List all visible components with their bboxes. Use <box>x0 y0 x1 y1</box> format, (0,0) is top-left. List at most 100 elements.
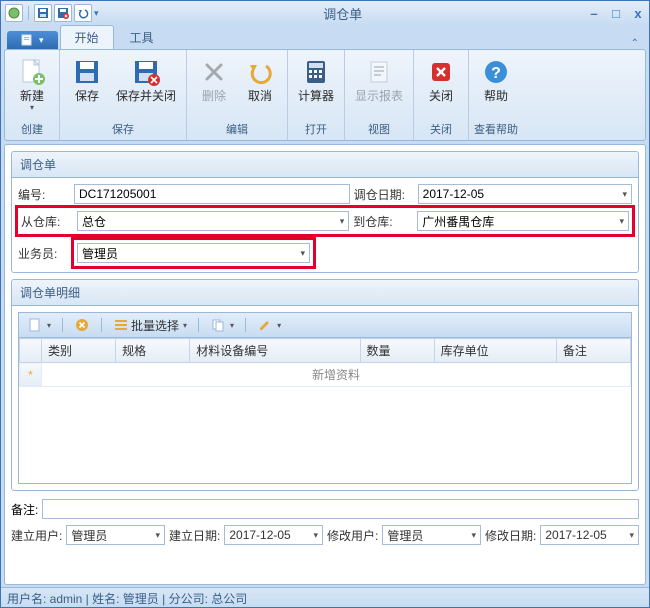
group-open-title: 打开 <box>292 121 340 138</box>
value-cdate: 2017-12-05 <box>229 528 290 542</box>
separator <box>198 318 199 332</box>
statusbar: 用户名: admin | 姓名: 管理员 | 分公司: 总公司 <box>1 587 649 607</box>
col-spec[interactable]: 规格 <box>116 339 190 363</box>
detail-batch-button[interactable]: 批量选择 <box>109 315 191 336</box>
help-button[interactable]: ? 帮助 <box>473 52 519 107</box>
detail-panel-title: 调仓单明细 <box>12 280 638 306</box>
separator <box>245 318 246 332</box>
input-date[interactable]: 2017-12-05 <box>418 184 632 204</box>
group-save-title: 保存 <box>64 121 182 138</box>
ribbon-collapse-button[interactable]: ⌃ <box>631 38 639 49</box>
highlight-box-warehouses: 从仓库: 总仓 到仓库: 广州番禺仓库 <box>15 205 635 237</box>
label-mdate: 修改日期: <box>485 527 536 544</box>
titlebar: ▾ 调仓单 – □ x <box>1 1 649 25</box>
value-from: 总仓 <box>82 213 106 230</box>
add-row[interactable]: * 新增资料 <box>20 363 631 387</box>
highlight-box-operator: 管理员 <box>71 237 316 269</box>
calculator-label: 计算器 <box>298 90 334 103</box>
ribbon-group-save: 保存 保存并关闭 保存 <box>60 50 187 140</box>
save-close-icon <box>130 56 162 88</box>
qat-undo-icon[interactable] <box>74 4 92 22</box>
col-unit[interactable]: 库存单位 <box>434 339 556 363</box>
group-close-title: 关闭 <box>418 121 464 138</box>
input-from-warehouse[interactable]: 总仓 <box>77 211 349 231</box>
col-qty[interactable]: 数量 <box>360 339 434 363</box>
help-icon: ? <box>480 56 512 88</box>
undo-icon <box>244 56 276 88</box>
label-cdate: 建立日期: <box>169 527 220 544</box>
col-selector[interactable] <box>20 339 42 363</box>
file-menu-button[interactable]: ▾ <box>7 31 58 49</box>
new-button[interactable]: 新建 ▾ <box>9 52 55 116</box>
input-cdate[interactable]: 2017-12-05 <box>224 525 323 545</box>
delete-button: 删除 <box>191 52 237 107</box>
input-to-warehouse[interactable]: 广州番禺仓库 <box>417 211 629 231</box>
app-window: ▾ 调仓单 – □ x ▾ 开始 工具 ⌃ 新建 ▾ 创建 <box>0 0 650 608</box>
label-no: 编号: <box>18 186 70 203</box>
ribbon-group-view: 显示报表 视图 <box>345 50 414 140</box>
detail-delete-button[interactable] <box>70 315 94 335</box>
tab-tools[interactable]: 工具 <box>116 26 168 49</box>
input-mdate[interactable]: 2017-12-05 <box>540 525 639 545</box>
cancel-label: 取消 <box>248 90 272 103</box>
label-from: 从仓库: <box>21 213 73 230</box>
new-label: 新建 <box>20 90 44 103</box>
new-icon <box>16 56 48 88</box>
ribbon-group-edit: 删除 取消 编辑 <box>187 50 288 140</box>
ribbon-tabstrip: ▾ 开始 工具 ⌃ <box>1 25 649 49</box>
value-no: DC171205001 <box>79 187 156 201</box>
ribbon-group-open: 计算器 打开 <box>288 50 345 140</box>
report-label: 显示报表 <box>355 90 403 103</box>
input-operator[interactable]: 管理员 <box>77 243 310 263</box>
table-header-row: 类别 规格 材料设备编号 数量 库存单位 备注 <box>20 339 631 363</box>
qat-saveclose-icon[interactable] <box>54 4 72 22</box>
detail-panel: 调仓单明细 批量选择 <box>11 279 639 491</box>
cancel-button[interactable]: 取消 <box>237 52 283 107</box>
ribbon-group-help: ? 帮助 查看帮助 <box>469 50 523 140</box>
add-row-text: 新增资料 <box>42 363 631 387</box>
col-category[interactable]: 类别 <box>42 339 116 363</box>
detail-panel-body: 批量选择 类 <box>12 306 638 490</box>
minimize-button[interactable]: – <box>587 6 601 21</box>
report-icon <box>363 56 395 88</box>
ribbon: 新建 ▾ 创建 保存 保存并关闭 保存 <box>4 49 646 141</box>
header-panel-body: 编号: DC171205001 调仓日期: 2017-12-05 从仓库: 总仓… <box>12 178 638 272</box>
tab-start[interactable]: 开始 <box>60 25 114 49</box>
value-modifier: 管理员 <box>387 527 423 544</box>
quick-access-toolbar: ▾ <box>5 4 99 22</box>
input-creator[interactable]: 管理员 <box>66 525 165 545</box>
app-icon <box>5 4 23 22</box>
detail-new-button[interactable] <box>23 315 55 335</box>
delete-label: 删除 <box>202 90 226 103</box>
save-close-label: 保存并关闭 <box>116 90 176 103</box>
save-close-button[interactable]: 保存并关闭 <box>110 52 182 107</box>
detail-copy-button[interactable] <box>206 315 238 335</box>
label-to: 到仓库: <box>353 213 413 230</box>
row-number-date: 编号: DC171205001 调仓日期: 2017-12-05 <box>18 184 632 204</box>
group-edit-title: 编辑 <box>191 121 283 138</box>
report-button: 显示报表 <box>349 52 409 107</box>
maximize-button[interactable]: □ <box>609 6 623 21</box>
svg-text:?: ? <box>491 65 501 82</box>
separator <box>28 6 29 20</box>
save-label: 保存 <box>75 90 99 103</box>
qat-save-icon[interactable] <box>34 4 52 22</box>
close-window-button[interactable]: x <box>631 6 645 21</box>
input-remark[interactable] <box>42 499 639 519</box>
separator <box>62 318 63 332</box>
value-mdate: 2017-12-05 <box>545 528 606 542</box>
save-button[interactable]: 保存 <box>64 52 110 107</box>
calculator-button[interactable]: 计算器 <box>292 52 340 107</box>
close-button[interactable]: 关闭 <box>418 52 464 107</box>
pencil-icon <box>257 317 273 333</box>
batch-label: 批量选择 <box>131 317 179 334</box>
detail-grid[interactable]: 类别 规格 材料设备编号 数量 库存单位 备注 * 新增资料 <box>18 338 632 484</box>
col-note[interactable]: 备注 <box>556 339 630 363</box>
col-code[interactable]: 材料设备编号 <box>190 339 360 363</box>
detail-edit-button[interactable] <box>253 315 285 335</box>
input-modifier[interactable]: 管理员 <box>382 525 481 545</box>
separator <box>101 318 102 332</box>
group-help-title: 查看帮助 <box>473 121 519 138</box>
input-no[interactable]: DC171205001 <box>74 184 350 204</box>
value-to: 广州番禺仓库 <box>422 213 494 230</box>
